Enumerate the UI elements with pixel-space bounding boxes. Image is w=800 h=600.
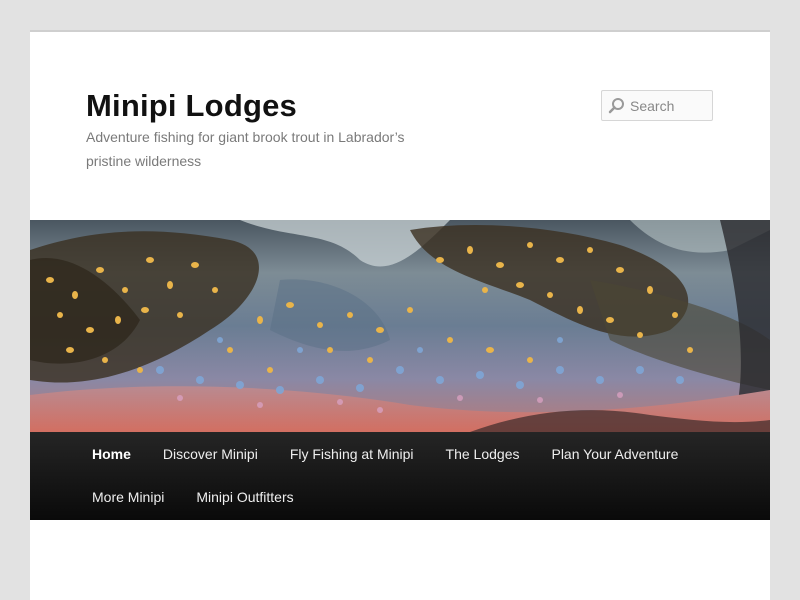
header-banner-image — [30, 220, 770, 432]
nav-item-discover-minipi[interactable]: Discover Minipi — [147, 446, 274, 462]
nav-item-fly-fishing[interactable]: Fly Fishing at Minipi — [274, 446, 430, 462]
page-container: Minipi Lodges Adventure fishing for gian… — [30, 30, 770, 600]
nav-item-more-minipi[interactable]: More Minipi — [76, 489, 180, 505]
search-input[interactable] — [630, 97, 710, 114]
site-description: Adventure fishing for giant brook trout … — [86, 129, 405, 169]
nav-item-minipi-outfitters[interactable]: Minipi Outfitters — [180, 489, 309, 505]
search-icon — [608, 98, 624, 114]
nav-row: More Minipi Minipi Outfitters — [76, 475, 310, 518]
nav-item-home[interactable]: Home — [76, 446, 147, 462]
site-title[interactable]: Minipi Lodges — [86, 88, 297, 124]
nav-row: Home Discover Minipi Fly Fishing at Mini… — [76, 432, 694, 475]
search-box[interactable] — [601, 90, 713, 121]
main-navigation: Home Discover Minipi Fly Fishing at Mini… — [30, 432, 770, 520]
nav-item-the-lodges[interactable]: The Lodges — [430, 446, 536, 462]
nav-item-plan-your-adventure[interactable]: Plan Your Adventure — [535, 446, 694, 462]
